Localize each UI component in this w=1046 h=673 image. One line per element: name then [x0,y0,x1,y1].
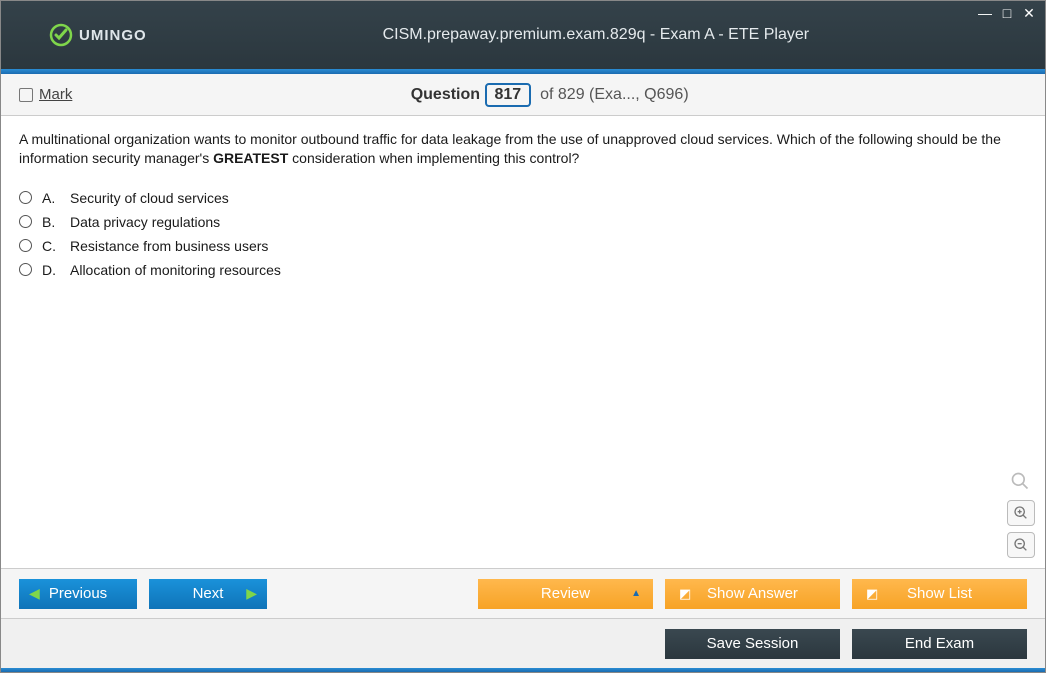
option-text: Data privacy regulations [70,214,220,230]
show-answer-label: Show Answer [707,585,798,602]
question-text: A multinational organization wants to mo… [19,130,1027,168]
show-list-label: Show List [907,585,972,602]
option-text: Allocation of monitoring resources [70,262,281,278]
radio-icon[interactable] [19,191,32,204]
square-icon: ◩ [866,586,878,602]
window-title: CISM.prepaway.premium.exam.829q - Exam A… [147,26,1045,44]
next-button[interactable]: Next ▶ [149,579,267,609]
square-icon: ◩ [679,586,691,602]
of-label: of [540,86,553,103]
dropdown-up-icon: ▲ [631,588,641,599]
end-exam-button[interactable]: End Exam [852,629,1027,659]
arrow-left-icon: ◀ [29,585,40,602]
review-button[interactable]: Review ▲ [478,579,653,609]
option-letter: D. [42,262,60,278]
mark-toggle[interactable]: Mark [19,86,72,103]
titlebar: UMINGO CISM.prepaway.premium.exam.829q -… [1,1,1045,69]
mark-label: Mark [39,86,72,103]
search-icon[interactable] [1007,468,1033,494]
zoom-out-button[interactable] [1007,532,1035,558]
question-label: Question [411,86,480,103]
logo-checkmark-icon [49,23,73,47]
question-suffix: (Exa..., Q696) [589,86,689,103]
question-text-bold: GREATEST [213,150,288,166]
end-exam-label: End Exam [905,635,974,652]
footer-secondary: Save Session End Exam [1,618,1045,668]
question-content: A multinational organization wants to mo… [1,116,1045,568]
options-list: A. Security of cloud services B. Data pr… [19,186,1027,282]
close-button[interactable]: ✕ [1021,5,1037,22]
question-counter: Question 817 of 829 (Exa..., Q696) [72,83,1027,107]
app-window: UMINGO CISM.prepaway.premium.exam.829q -… [0,0,1046,673]
review-label: Review [541,585,590,602]
window-controls: — □ ✕ [977,5,1037,22]
logo-text: UMINGO [79,27,147,44]
question-total: 829 [558,86,585,103]
question-header: Mark Question 817 of 829 (Exa..., Q696) [1,74,1045,116]
option-letter: A. [42,190,60,206]
zoom-controls [1007,468,1035,558]
show-answer-button[interactable]: ◩ Show Answer [665,579,840,609]
option-b[interactable]: B. Data privacy regulations [19,210,1027,234]
footer-primary: ◀ Previous Next ▶ Review ▲ ◩ Show Answer… [1,568,1045,618]
option-d[interactable]: D. Allocation of monitoring resources [19,258,1027,282]
minimize-button[interactable]: — [977,5,993,22]
show-list-button[interactable]: ◩ Show List [852,579,1027,609]
zoom-in-button[interactable] [1007,500,1035,526]
option-letter: C. [42,238,60,254]
maximize-button[interactable]: □ [999,5,1015,22]
question-text-suffix: consideration when implementing this con… [288,150,579,166]
question-number: 817 [485,83,532,107]
logo: UMINGO [49,23,147,47]
option-letter: B. [42,214,60,230]
save-session-button[interactable]: Save Session [665,629,840,659]
option-text: Resistance from business users [70,238,268,254]
arrow-right-icon: ▶ [246,585,257,602]
option-a[interactable]: A. Security of cloud services [19,186,1027,210]
option-text: Security of cloud services [70,190,229,206]
option-c[interactable]: C. Resistance from business users [19,234,1027,258]
bottom-accent-bar [1,668,1045,672]
radio-icon[interactable] [19,215,32,228]
next-label: Next [193,585,224,602]
radio-icon[interactable] [19,263,32,276]
previous-label: Previous [49,585,107,602]
save-session-label: Save Session [707,635,799,652]
mark-checkbox[interactable] [19,88,33,102]
radio-icon[interactable] [19,239,32,252]
previous-button[interactable]: ◀ Previous [19,579,137,609]
